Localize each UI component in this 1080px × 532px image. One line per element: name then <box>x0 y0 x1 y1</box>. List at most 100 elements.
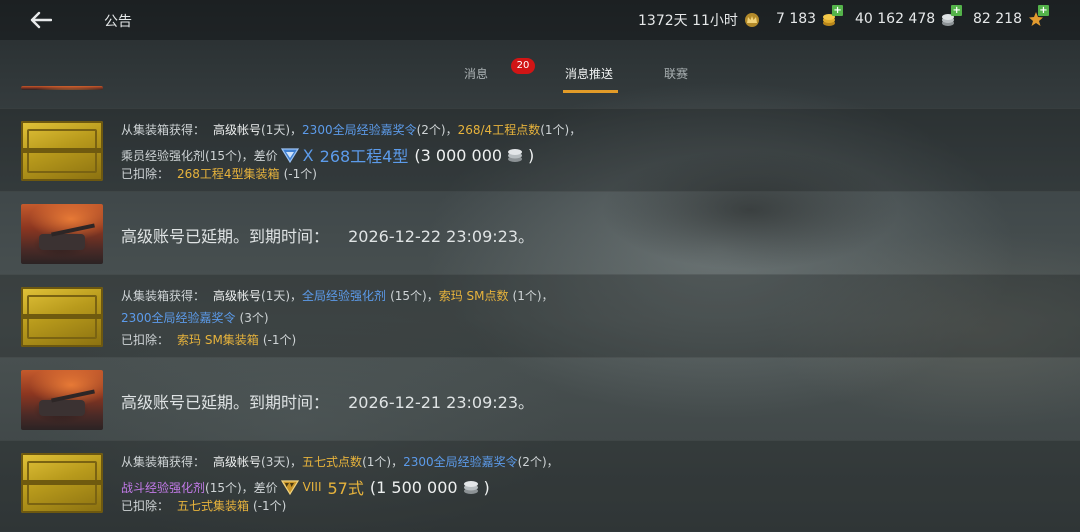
deducted-line: 已扣除： 268工程4型集装箱 (-1个) <box>121 165 317 182</box>
reward-quantity: (15个) <box>205 148 242 163</box>
reward-line-2: 乘员经验强化剂 (15个) ，差价 X 268工程4型 (3 000 000 ) <box>121 143 534 167</box>
deducted-item: 五七式集装箱 <box>177 499 250 513</box>
free-xp-balance[interactable]: 82 218 + <box>973 5 1049 28</box>
reward-item: 高级帐号 <box>213 289 262 303</box>
reward-line-1: 从集装箱获得： 高级帐号 (1天) ， 全局经验强化剂 (15个) ， 索玛 S… <box>121 287 554 304</box>
reward-item: 2300全局经验嘉奖令 <box>121 311 236 325</box>
list-item[interactable]: 从集装箱获得： 高级帐号 (1天) ， 2300全局经验嘉奖令 (2个) ， 2… <box>0 108 1080 192</box>
container-crate-image <box>21 453 103 513</box>
reward-item: 2300全局经验嘉奖令 <box>403 455 518 469</box>
top-bar: 公告 1372天 11小时 7 183 + 40 162 478 + 82 21… <box>0 0 1080 40</box>
tank-tier: X <box>302 145 314 165</box>
reward-quantity: (1个) <box>362 455 392 469</box>
reward-line-2: 2300全局经验嘉奖令 (3个) <box>121 309 269 326</box>
gold-balance[interactable]: 7 183 + <box>776 5 844 28</box>
tab-bar: 消息 20 消息推送 联赛 <box>0 56 1080 94</box>
reward-item: 索玛 SM点数 <box>438 289 509 303</box>
deducted-quantity: (-1个) <box>283 167 317 181</box>
premium-time-display[interactable]: 1372天 11小时 <box>638 10 761 30</box>
list-item[interactable]: 高级账号已延期。到期时间： 2026-12-22 23:09:23。 <box>0 191 1080 275</box>
back-button[interactable] <box>26 6 56 34</box>
silver-coins-icon <box>461 479 481 495</box>
separator: ， <box>290 289 303 303</box>
tank-name: 57式 <box>327 479 364 498</box>
free-xp-value: 82 218 <box>973 11 1022 27</box>
deducted-item: 268工程4型集装箱 <box>177 167 280 181</box>
reward-source-label: 从集装箱获得： <box>121 123 206 137</box>
reward-item: 全局经验强化剂 <box>302 289 387 303</box>
reward-item: 五七式点数 <box>302 455 363 469</box>
reward-quantity: (1天) <box>261 289 291 303</box>
unread-count-badge: 20 <box>511 58 535 74</box>
compensation-amount: (1 500 000 <box>369 477 458 497</box>
premium-tank-image <box>21 204 103 264</box>
tab-push-messages[interactable]: 消息推送 <box>565 65 613 82</box>
premium-tank-badge-icon <box>280 478 300 496</box>
reward-item: 2300全局经验嘉奖令 <box>302 123 417 137</box>
reward-source-label: 从集装箱获得： <box>121 289 206 303</box>
credits-value: 40 162 478 <box>855 11 936 27</box>
expiry-date: 2026-12-21 23:09:23。 <box>348 393 535 412</box>
active-tab-indicator <box>563 90 618 93</box>
premium-extended-message: 高级账号已延期。到期时间： 2026-12-21 23:09:23。 <box>121 389 534 413</box>
premium-tank-image <box>21 370 103 430</box>
tab-messages[interactable]: 消息 <box>464 65 488 82</box>
expiry-date: 2026-12-22 23:09:23。 <box>348 227 535 246</box>
buy-free-xp-plus-icon[interactable]: + <box>1038 5 1049 16</box>
deducted-line: 已扣除： 五七式集装箱 (-1个) <box>121 497 286 514</box>
buy-credits-plus-icon[interactable]: + <box>951 5 963 16</box>
premium-extended-text: 高级账号已延期。到期时间： <box>121 227 330 246</box>
back-arrow-icon <box>30 11 52 29</box>
free-xp-star-icon: + <box>1027 5 1049 28</box>
price-difference-label: ，差价 <box>241 148 278 163</box>
separator: ， <box>541 289 554 303</box>
reward-item: 高级帐号 <box>213 455 262 469</box>
deducted-label: 已扣除： <box>121 499 170 513</box>
container-crate-image <box>21 287 103 347</box>
reward-source-label: 从集装箱获得： <box>121 455 206 469</box>
reward-line-2: 战斗经验强化剂 (15个) ，差价 VIII 57式 (1 500 000 ) <box>121 475 490 499</box>
reward-quantity: (1个) <box>540 123 570 137</box>
premium-extended-text: 高级账号已延期。到期时间： <box>121 393 330 412</box>
tank-tier: VIII <box>302 480 322 494</box>
gold-value: 7 183 <box>776 11 817 27</box>
reward-item: 战斗经验强化剂 <box>121 480 206 495</box>
reward-quantity: (15个) <box>390 289 427 303</box>
premium-extended-message: 高级账号已延期。到期时间： 2026-12-22 23:09:23。 <box>121 223 534 247</box>
container-crate-image <box>21 121 103 181</box>
reward-line-1: 从集装箱获得： 高级帐号 (3天) ， 五七式点数 (1个) ， 2300全局经… <box>121 453 559 470</box>
separator: ， <box>546 455 559 469</box>
separator: ， <box>290 123 303 137</box>
deducted-item: 索玛 SM集装箱 <box>177 333 259 347</box>
list-item[interactable]: 从集装箱获得： 高级帐号 (1天) ， 全局经验强化剂 (15个) ， 索玛 S… <box>0 274 1080 358</box>
list-item[interactable]: 从集装箱获得： 高级帐号 (3天) ， 五七式点数 (1个) ， 2300全局经… <box>0 440 1080 532</box>
separator: ， <box>391 455 404 469</box>
separator: ， <box>445 123 458 137</box>
tab-league[interactable]: 联赛 <box>664 65 688 82</box>
reward-quantity: (3个) <box>239 311 269 325</box>
silver-coins-icon: + <box>940 5 963 28</box>
separator: ， <box>290 455 303 469</box>
reward-line-1: 从集装箱获得： 高级帐号 (1天) ， 2300全局经验嘉奖令 (2个) ， 2… <box>121 121 581 138</box>
tank-name: 268工程4型 <box>319 147 409 166</box>
credits-balance[interactable]: 40 162 478 + <box>855 5 963 28</box>
compensation-amount: (3 000 000 <box>414 145 503 165</box>
tier-ten-badge-icon <box>280 146 300 164</box>
reward-quantity: (1天) <box>261 123 291 137</box>
reward-quantity: (2个) <box>416 123 446 137</box>
page-title: 公告 <box>104 14 132 30</box>
price-difference-label: ，差价 <box>241 480 278 495</box>
premium-time-value: 1372天 11小时 <box>638 13 738 29</box>
premium-crown-icon <box>743 11 761 29</box>
buy-gold-plus-icon[interactable]: + <box>832 5 844 16</box>
reward-item: 乘员经验强化剂 <box>121 148 206 163</box>
deducted-label: 已扣除： <box>121 333 170 347</box>
separator: ， <box>569 123 582 137</box>
separator: ， <box>426 289 439 303</box>
silver-coins-icon <box>505 147 525 163</box>
list-item[interactable]: 高级账号已延期。到期时间： 2026-12-21 23:09:23。 <box>0 357 1080 441</box>
reward-quantity: (1个) <box>512 289 542 303</box>
compensation-close: ) <box>528 145 535 165</box>
deducted-quantity: (-1个) <box>262 333 297 347</box>
reward-quantity: (3天) <box>261 455 291 469</box>
